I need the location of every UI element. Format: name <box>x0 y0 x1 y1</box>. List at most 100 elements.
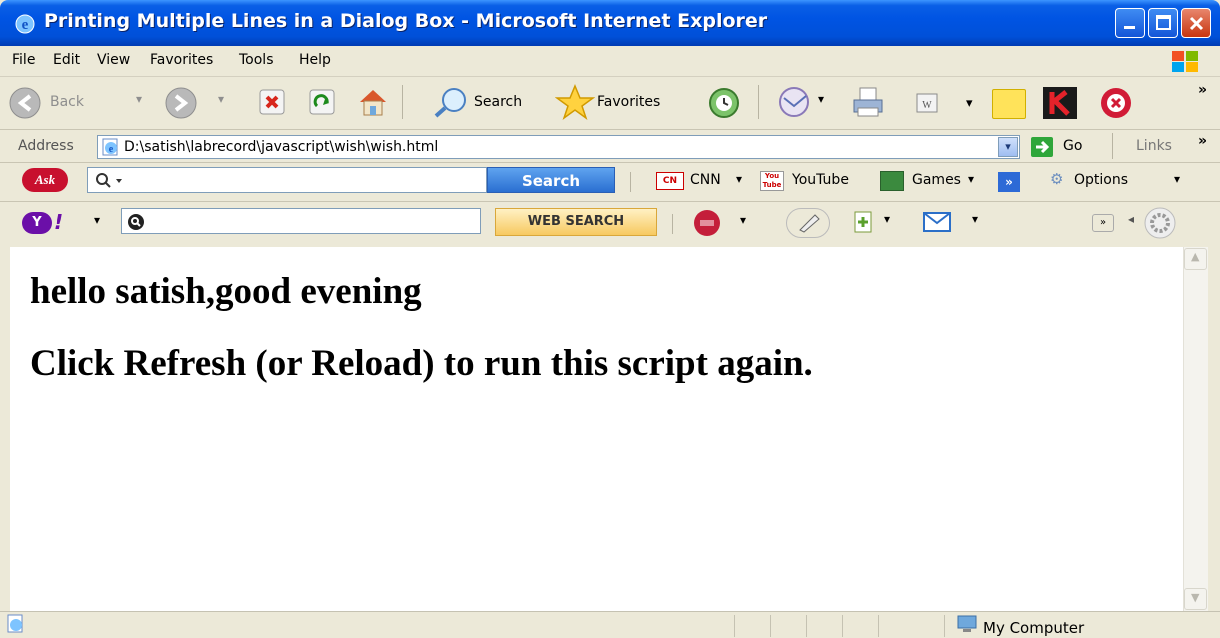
toolbar-separator <box>630 172 631 192</box>
yahoo-logo-button[interactable]: Y ! <box>22 210 82 236</box>
menu-favorites[interactable]: Favorites <box>150 52 213 68</box>
status-separator <box>734 615 735 637</box>
links-overflow-icon[interactable]: » <box>1198 133 1207 149</box>
youtube-link[interactable]: You Tube YouTube <box>760 170 872 192</box>
ask-search-button[interactable]: Search <box>487 167 615 193</box>
history-icon[interactable] <box>706 86 742 120</box>
magnifier-icon <box>434 88 466 118</box>
status-page-icon <box>7 614 23 633</box>
greeting-heading: hello satish,good evening <box>30 271 422 312</box>
youtube-icon: You Tube <box>760 171 784 191</box>
ie-logo-icon: e <box>15 14 35 34</box>
forward-button[interactable]: ▾ <box>164 86 228 119</box>
options-dropdown-icon: ▾ <box>1174 172 1181 186</box>
edit-page-icon[interactable]: W <box>915 92 941 114</box>
yahoo-magnifier-icon <box>128 214 144 230</box>
ask-options-button[interactable]: ⚙ Options ▾ <box>1050 170 1190 192</box>
toolbar-separator <box>672 214 673 234</box>
cnn-link[interactable]: CN CNN ▾ <box>656 170 752 192</box>
mail-icon <box>779 87 809 117</box>
window-frame-left <box>0 247 10 637</box>
yahoo-settings-icon[interactable] <box>1142 206 1178 240</box>
favorites-star-icon <box>555 84 595 120</box>
menu-view[interactable]: View <box>97 52 130 68</box>
games-icon <box>880 171 904 191</box>
menu-file[interactable]: File <box>12 52 35 68</box>
games-label: Games <box>912 172 961 188</box>
yahoo-logo-icon: Y <box>22 212 52 234</box>
menu-edit[interactable]: Edit <box>53 52 80 68</box>
status-separator <box>878 615 879 637</box>
address-input[interactable]: e D:\satish\labrecord\javascript\wish\wi… <box>97 135 1020 159</box>
games-link[interactable]: Games ▾ <box>880 170 980 192</box>
my-computer-icon <box>957 615 977 632</box>
favorites-label: Favorites <box>597 94 661 110</box>
options-gear-icon: ⚙ <box>1050 170 1064 188</box>
ask-logo-icon[interactable]: Ask <box>22 168 68 192</box>
refresh-icon[interactable] <box>308 88 336 116</box>
back-button[interactable]: Back ▾ <box>8 86 148 119</box>
cnn-label: CNN <box>690 172 721 188</box>
yahoo-mail-button[interactable]: ▾ <box>922 208 988 236</box>
pen-icon <box>799 214 820 233</box>
links-label[interactable]: Links <box>1136 138 1172 154</box>
games-dropdown-icon: ▾ <box>968 172 975 186</box>
favorites-button[interactable]: Favorites <box>555 84 690 120</box>
yahoo-web-search-button[interactable]: WEB SEARCH <box>495 208 657 236</box>
yahoo-overflow-icon[interactable]: » <box>1092 214 1114 232</box>
ask-overflow-icon[interactable]: » <box>998 172 1020 192</box>
back-arrow-icon <box>9 87 41 119</box>
yahoo-tool-button[interactable] <box>786 208 830 238</box>
print-icon[interactable] <box>850 86 886 118</box>
options-label: Options <box>1074 172 1129 188</box>
bookmark-add-button[interactable]: ▾ <box>852 208 908 236</box>
scroll-up-icon: ▲ <box>1191 250 1200 263</box>
status-separator <box>944 615 945 637</box>
maximize-button[interactable] <box>1148 8 1178 38</box>
close-icon <box>1189 16 1204 31</box>
youtube-label: YouTube <box>792 172 849 188</box>
search-button[interactable]: Search <box>432 86 542 118</box>
security-zone-label: My Computer <box>983 619 1085 637</box>
yahoo-exclaim-icon: ! <box>54 210 64 234</box>
scroll-down-button[interactable]: ▼ <box>1184 588 1207 610</box>
back-label: Back <box>50 94 84 110</box>
yahoo-dropdown-icon[interactable]: ▾ <box>94 213 100 227</box>
status-separator <box>842 615 843 637</box>
windows-logo-icon <box>1172 51 1198 72</box>
back-dropdown-icon: ▾ <box>136 92 143 106</box>
menu-help[interactable]: Help <box>299 52 331 68</box>
svg-text:W: W <box>922 100 932 111</box>
yahoo-scroll-left-icon[interactable]: ◂ <box>1128 212 1134 226</box>
mail2-dropdown-icon: ▾ <box>972 212 979 226</box>
stop-icon[interactable] <box>258 88 286 116</box>
kaspersky-icon[interactable] <box>1042 86 1078 120</box>
home-icon[interactable] <box>356 86 390 118</box>
notes-icon[interactable] <box>992 89 1026 119</box>
vertical-scrollbar[interactable] <box>1183 247 1208 611</box>
toolbar-overflow-icon[interactable]: » <box>1198 82 1207 98</box>
menu-tools[interactable]: Tools <box>239 52 274 68</box>
toolbar-separator <box>758 85 759 119</box>
window-title: Printing Multiple Lines in a Dialog Box … <box>44 10 768 32</box>
ask-search-input[interactable] <box>87 167 487 193</box>
go-arrow-icon <box>1031 137 1053 157</box>
close-button[interactable] <box>1181 8 1211 38</box>
mail-dropdown-icon: ▾ <box>818 92 825 106</box>
antispy-icon[interactable] <box>692 208 726 238</box>
yahoo-search-input[interactable] <box>121 208 481 234</box>
edit-dropdown-icon[interactable]: ▾ <box>966 96 973 111</box>
ask-magnifier-icon <box>96 173 122 188</box>
go-button[interactable]: Go <box>1030 135 1098 159</box>
bookmark-dropdown-icon: ▾ <box>884 212 891 226</box>
toolbar-separator <box>402 85 403 119</box>
antispy-dropdown-icon[interactable]: ▾ <box>740 213 746 227</box>
go-label: Go <box>1063 138 1083 154</box>
mail-button[interactable]: ▾ <box>776 86 836 118</box>
minimize-button[interactable] <box>1115 8 1145 38</box>
page-icon: e <box>102 138 118 156</box>
maximize-icon <box>1156 15 1171 30</box>
scroll-up-button[interactable]: ▲ <box>1184 248 1207 270</box>
address-dropdown-button[interactable]: ▾ <box>998 137 1018 157</box>
messenger-icon[interactable] <box>1098 86 1134 120</box>
